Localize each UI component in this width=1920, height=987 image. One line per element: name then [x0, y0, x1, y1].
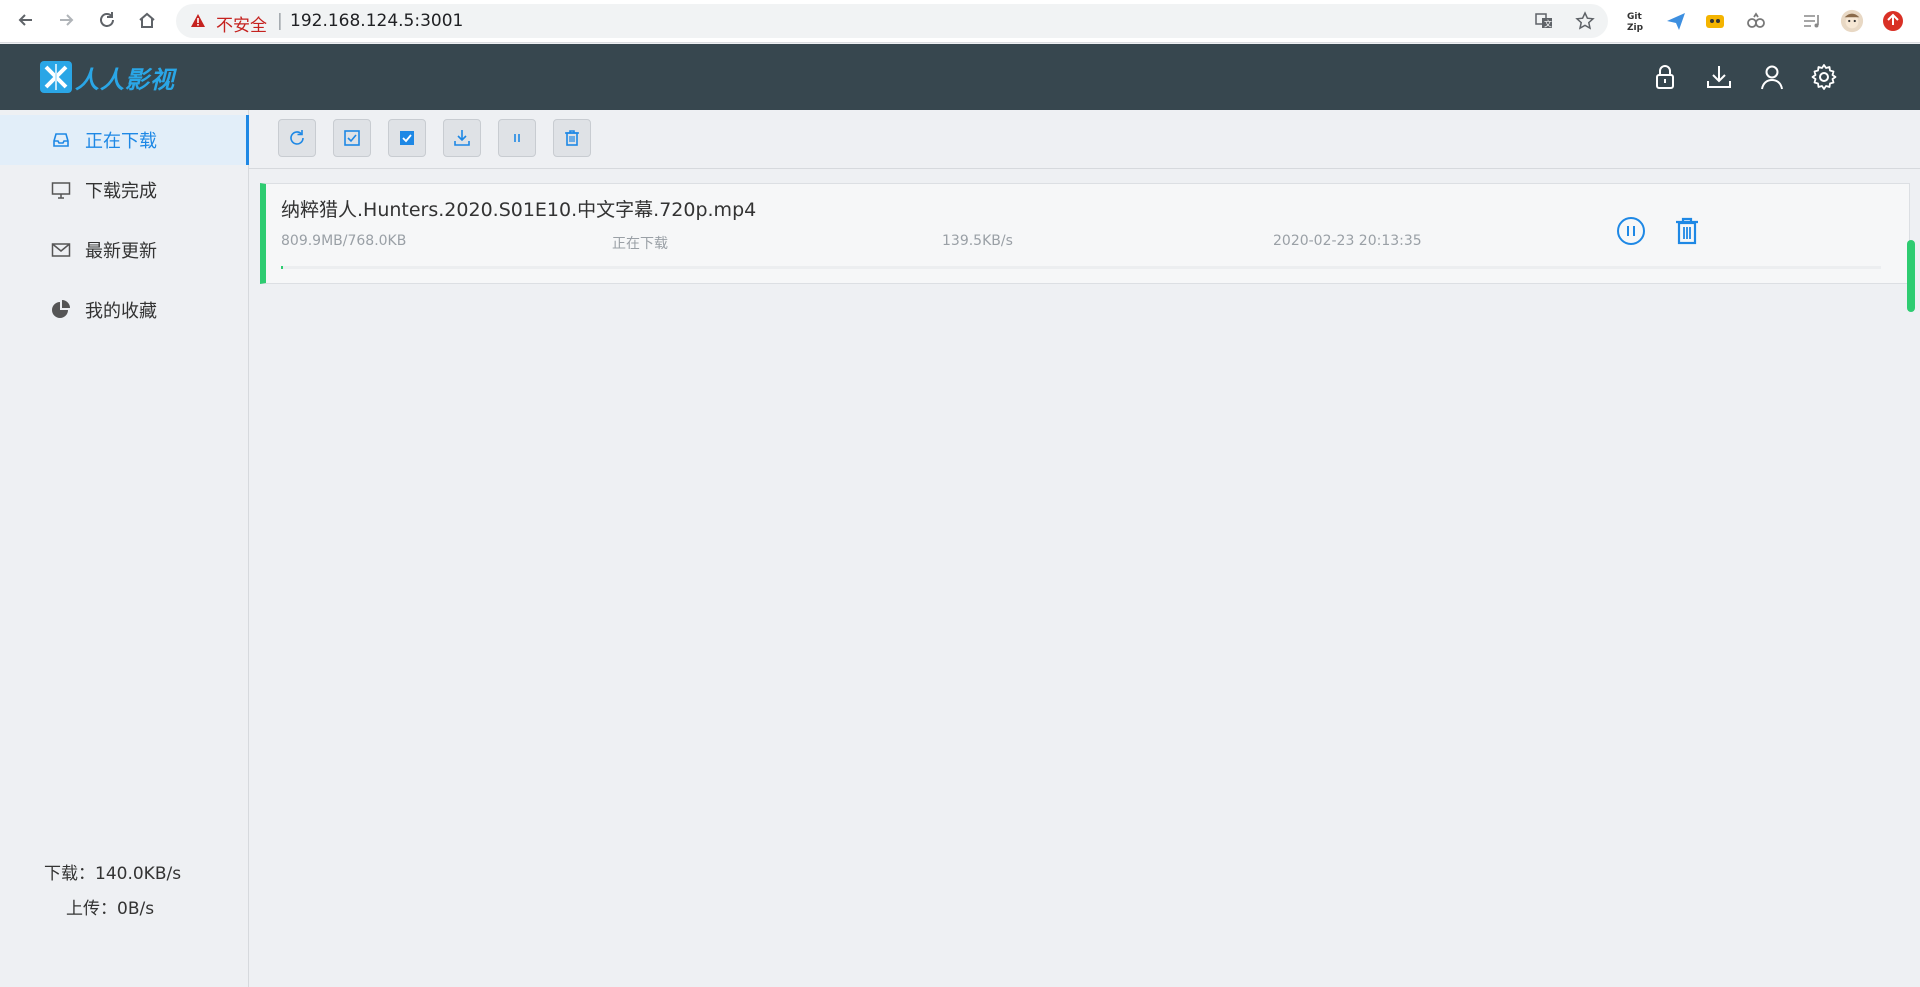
warning-icon	[190, 13, 206, 29]
sidebar-item-label: 下载完成	[85, 181, 157, 202]
task-delete-button[interactable]	[1670, 214, 1704, 248]
pause-circle-icon	[1617, 217, 1645, 245]
task-speed: 139.5KB/s	[942, 233, 1013, 249]
refresh-icon	[290, 130, 304, 145]
logo[interactable]: 人人影视	[39, 57, 175, 97]
back-arrow-icon	[18, 14, 32, 26]
forward-button[interactable]	[54, 8, 78, 32]
url-text[interactable]: 192.168.124.5:3001	[290, 11, 463, 31]
monitor-icon	[50, 179, 72, 201]
sidebar-item-label: 正在下载	[85, 131, 157, 152]
tampermonkey-extension-icon[interactable]	[1703, 9, 1727, 33]
sidebar: 正在下载 下载完成 最新更新 我的收藏 下载：140.0KB/s 上传：0B/s	[0, 110, 249, 987]
start-download-button[interactable]	[443, 119, 481, 157]
task-progress-fill	[281, 266, 283, 269]
logo-text: 人人影视	[75, 65, 175, 94]
pause-button[interactable]	[498, 119, 536, 157]
back-button[interactable]	[14, 8, 38, 32]
user-icon[interactable]	[1755, 60, 1789, 94]
sidebar-item-favorites[interactable]: 我的收藏	[0, 285, 249, 335]
scroll-indicator[interactable]	[1907, 240, 1915, 312]
mail-icon	[50, 239, 72, 261]
download-icon	[454, 130, 470, 146]
checkbox-icon	[344, 130, 360, 146]
task-progress-bar	[281, 266, 1881, 269]
logo-mark-icon	[40, 61, 72, 93]
trash-icon	[565, 130, 579, 146]
sidebar-item-completed[interactable]: 下载完成	[0, 165, 249, 215]
app-header: 人人影视	[0, 44, 1920, 110]
sidebar-item-latest[interactable]: 最新更新	[0, 225, 249, 275]
browser-toolbar: 不安全 | 192.168.124.5:3001 文 Git Zip	[0, 0, 1920, 43]
svg-text:Zip: Zip	[1627, 23, 1644, 33]
task-title: 纳粹猎人.Hunters.2020.S01E10.中文字幕.720p.mp4	[281, 199, 757, 221]
task-pause-button[interactable]	[1614, 214, 1648, 248]
security-label[interactable]: 不安全	[216, 11, 267, 36]
bookmark-star-icon[interactable]	[1575, 11, 1595, 31]
task-size: 809.9MB/768.0KB	[281, 233, 407, 249]
lock-icon[interactable]	[1648, 60, 1682, 94]
link-extension-icon[interactable]	[1744, 9, 1768, 33]
reload-icon	[100, 12, 114, 27]
download-speed: 下载：140.0KB/s	[44, 864, 182, 884]
translate-icon[interactable]: 文	[1534, 11, 1554, 31]
inbox-icon	[50, 129, 72, 151]
pie-chart-icon	[50, 299, 72, 321]
download-list: 纳粹猎人.Hunters.2020.S01E10.中文字幕.720p.mp4 8…	[249, 169, 1920, 987]
delete-button[interactable]	[553, 119, 591, 157]
url-separator: |	[277, 11, 283, 31]
home-button[interactable]	[135, 8, 159, 32]
reload-button[interactable]	[95, 8, 119, 32]
gitzip-extension-icon[interactable]: Git Zip	[1625, 9, 1649, 33]
sidebar-item-label: 我的收藏	[85, 301, 157, 322]
select-button[interactable]	[333, 119, 371, 157]
media-list-icon[interactable]	[1800, 9, 1824, 33]
send-extension-icon[interactable]	[1664, 9, 1688, 33]
download-task-row[interactable]: 纳粹猎人.Hunters.2020.S01E10.中文字幕.720p.mp4 8…	[260, 183, 1910, 284]
sidebar-item-label: 最新更新	[85, 241, 157, 262]
sidebar-item-downloading[interactable]: 正在下载	[0, 115, 249, 165]
task-time: 2020-02-23 20:13:35	[1273, 233, 1422, 249]
profile-avatar[interactable]	[1840, 9, 1864, 33]
forward-arrow-icon	[60, 14, 74, 26]
home-icon	[139, 12, 155, 28]
svg-text:文: 文	[1544, 19, 1552, 29]
trash-icon	[1676, 217, 1698, 245]
refresh-button[interactable]	[278, 119, 316, 157]
svg-text:Git: Git	[1627, 12, 1642, 22]
checkbox-checked-icon	[400, 131, 414, 145]
pause-icon	[514, 134, 520, 142]
settings-icon[interactable]	[1807, 60, 1841, 94]
toolbar	[249, 110, 1920, 169]
task-status: 正在下载	[612, 236, 668, 252]
download-icon[interactable]	[1702, 60, 1736, 94]
update-icon[interactable]	[1881, 9, 1905, 33]
upload-speed: 上传：0B/s	[66, 899, 155, 919]
address-bar[interactable]: 不安全 | 192.168.124.5:3001 文	[176, 4, 1608, 38]
select-all-button[interactable]	[388, 119, 426, 157]
